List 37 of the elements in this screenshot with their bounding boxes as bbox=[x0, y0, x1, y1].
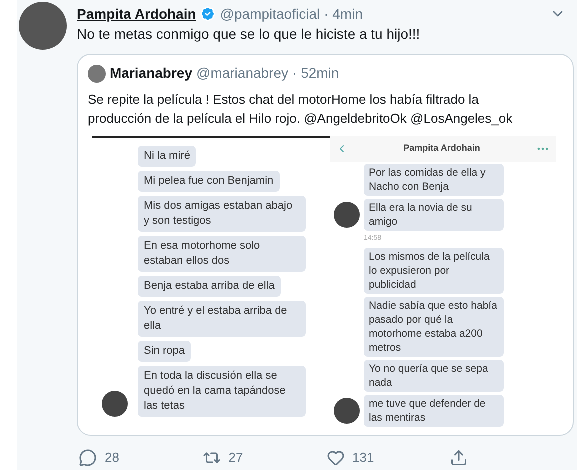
tweet-time: · 4min bbox=[324, 5, 363, 24]
chat-bubble: Nadie sabía que esto había pasado por qué la motorhome estaba a200 metros bbox=[364, 296, 504, 356]
chat-bubble: me tuve que defender de las mentiras bbox=[364, 394, 504, 426]
avatar bbox=[19, 2, 67, 50]
like-icon[interactable] bbox=[326, 448, 344, 467]
tweet-text: No te metas conmigo que se lo que le hiciste a tu hijo!!! bbox=[77, 25, 422, 44]
share-icon[interactable] bbox=[450, 448, 468, 467]
chat-bubble: En esa motorhome solo estaban ellos dos bbox=[138, 236, 306, 272]
quote-author-name: Marianabrey bbox=[110, 64, 192, 83]
chat-bubble: Yo no quería que se sepa nada bbox=[364, 360, 504, 392]
mention-link[interactable]: @AngeldebritoOk bbox=[304, 111, 407, 126]
chat-bubble: Ella era la novia de su amigo bbox=[364, 199, 504, 231]
chat-title: Pampita Ardohain bbox=[404, 142, 480, 156]
chat-bubble: Sin ropa bbox=[138, 341, 191, 362]
action-count: 27 bbox=[228, 449, 244, 467]
chat-bubble: Benja estaba arriba de ella bbox=[138, 276, 281, 297]
chat-bubble: Por las comidas de ella y Nacho con Benja bbox=[364, 164, 504, 196]
chat-bubble: Ni la miré bbox=[138, 146, 196, 167]
chat-bubble: Los mismos de la película lo expusieron por publicidad bbox=[364, 248, 504, 294]
action-count: 131 bbox=[352, 449, 374, 467]
quote-card[interactable] bbox=[77, 54, 574, 436]
author-name[interactable]: Pampita Ardohain bbox=[77, 4, 196, 24]
chat-avatar bbox=[334, 202, 360, 228]
chat-bubble: Mi pelea fue con Benjamin bbox=[138, 171, 280, 192]
chat-avatar bbox=[102, 391, 128, 417]
author-handle: @pampitaoficial bbox=[220, 5, 320, 24]
reply-icon[interactable] bbox=[79, 448, 97, 467]
chat-bubble: En toda la discusión ella se quedó en la cama tapándose las tetas bbox=[138, 366, 306, 417]
quote-handle: @marianabrey bbox=[196, 64, 289, 83]
action-count: 28 bbox=[105, 449, 120, 467]
chat-bubble: Yo entré y el estaba arriba de ella bbox=[138, 301, 306, 337]
quote-time: · 52min bbox=[292, 64, 340, 83]
mention-link[interactable]: @LosAngeles_ok bbox=[410, 111, 513, 126]
quote-avatar bbox=[88, 64, 106, 82]
chat-avatar bbox=[334, 398, 360, 424]
chat-bubble: Mis dos amigas estaban abajo y son testigos bbox=[138, 196, 306, 232]
quote-text: Se repite la película ! Estos chat del motorHome los había filtrado la producción de la película el Hilo rojo. @AngeldebritoOk @LosAngeles_ok bbox=[87, 91, 514, 128]
